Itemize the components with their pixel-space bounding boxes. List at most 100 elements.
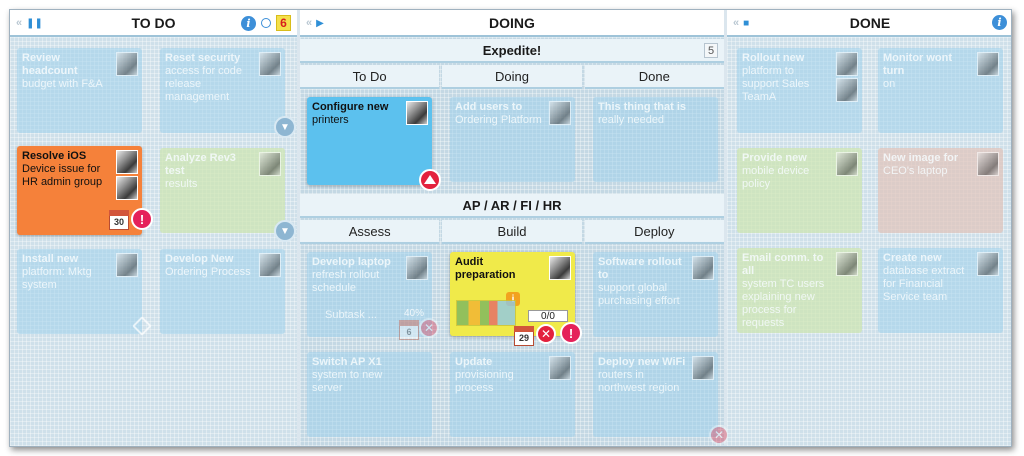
avatar bbox=[549, 256, 571, 280]
card-software-rollout[interactable]: Software rollout to support global purch… bbox=[593, 252, 718, 337]
subtask-percent: 40% bbox=[403, 308, 424, 319]
subcolumn-header: Doing bbox=[442, 65, 582, 89]
subcolumn-header: Build bbox=[442, 220, 582, 244]
card-new-image[interactable]: New image for CEO's laptop bbox=[878, 148, 1003, 233]
subcolumn-header: To Do bbox=[300, 65, 440, 89]
card-develop-laptop[interactable]: Develop laptop refresh rollout schedule … bbox=[307, 252, 439, 340]
lane-header-expedite[interactable]: Expedite! 5 bbox=[300, 39, 724, 63]
card-audit-preparation[interactable]: Audit preparation i 0/0 29 ✕ ! bbox=[450, 252, 582, 346]
card-title: This thing that is bbox=[598, 101, 686, 113]
card-this-thing[interactable]: This thing that is really needed bbox=[593, 97, 718, 182]
card-install-new[interactable]: Install new platform: Mktg system bbox=[17, 249, 152, 336]
avatar bbox=[836, 252, 858, 276]
priority-alert-icon[interactable]: ! bbox=[560, 322, 582, 344]
card-email-comm[interactable]: Email comm. to all system TC users expla… bbox=[737, 248, 862, 333]
avatar bbox=[549, 356, 571, 380]
blocked-icon[interactable]: ✕ bbox=[536, 324, 556, 344]
lane-subcolumns-expedite: To Do Doing Done bbox=[300, 65, 724, 89]
card-create-new[interactable]: Create new database extract for Financia… bbox=[878, 248, 1003, 333]
card-description: results bbox=[165, 178, 198, 190]
avatar bbox=[406, 101, 428, 125]
card-description: on bbox=[883, 78, 896, 90]
lane-title: Expedite! bbox=[482, 42, 542, 58]
calendar-icon[interactable]: 30 bbox=[109, 210, 129, 230]
column-header-todo: « ❚❚ TO DO i 6 bbox=[10, 10, 297, 37]
subcolumn-header: Assess bbox=[300, 220, 440, 244]
scroll-down-icon[interactable]: ▼ bbox=[274, 116, 296, 138]
card-review-headcount[interactable]: Review headcount budget with F&A bbox=[17, 48, 142, 133]
column-title: DONE bbox=[849, 14, 891, 31]
card-add-users[interactable]: Add users to Ordering Platform bbox=[450, 97, 575, 182]
card-configure-new[interactable]: Configure new printers bbox=[307, 97, 441, 191]
column-title: DOING bbox=[489, 14, 535, 31]
column-controls: « ▶ bbox=[306, 17, 324, 29]
card-reset-security[interactable]: Reset security access for code release m… bbox=[160, 48, 285, 133]
card-description: system TC users explaining new process f… bbox=[742, 278, 825, 329]
card-update-provisioning[interactable]: Update provisioning process bbox=[450, 352, 575, 437]
avatar bbox=[116, 52, 138, 76]
column-header-done: « ■ DONE i bbox=[727, 10, 1011, 37]
scroll-down-icon[interactable]: ▼ bbox=[274, 220, 296, 242]
avatar bbox=[259, 52, 281, 76]
card-description: system to new server bbox=[312, 369, 383, 394]
circle-icon[interactable] bbox=[261, 18, 271, 28]
avatar bbox=[836, 152, 858, 176]
card-switch-ap[interactable]: Switch AP X1 system to new server bbox=[307, 352, 432, 437]
column-controls: « ■ bbox=[733, 17, 749, 29]
info-icon[interactable]: i bbox=[992, 15, 1007, 30]
avatar bbox=[259, 253, 281, 277]
card-resolve-ios[interactable]: Resolve iOS Device issue for HR admin gr… bbox=[17, 146, 153, 235]
card-develop-new[interactable]: Develop New Ordering Process bbox=[160, 249, 285, 334]
avatar bbox=[549, 101, 571, 125]
avatar bbox=[259, 152, 281, 176]
column-doing: « ▶ DOING Expedite! 5 To Do Doing Done C… bbox=[300, 10, 729, 446]
avatar bbox=[116, 253, 138, 277]
avatar bbox=[692, 356, 714, 380]
play-icon[interactable]: ▶ bbox=[316, 18, 324, 29]
lane-count: 5 bbox=[704, 43, 718, 58]
subcolumn-header: Deploy bbox=[584, 220, 724, 244]
task-progress: 0/0 bbox=[528, 310, 568, 322]
avatar bbox=[977, 52, 999, 76]
card-description: support global purchasing effort bbox=[598, 282, 680, 307]
card-deploy-wifi[interactable]: Deploy new WiFi routers in northwest reg… bbox=[593, 352, 718, 437]
avatar bbox=[406, 256, 428, 280]
blocked-icon[interactable]: ✕ bbox=[419, 318, 439, 338]
avatar bbox=[692, 256, 714, 280]
card-title: Switch AP X1 bbox=[312, 356, 382, 368]
calendar-icon[interactable]: 29 bbox=[514, 326, 534, 346]
priority-alert-icon[interactable]: ! bbox=[131, 208, 153, 230]
column-done: « ■ DONE i Rollout new platform to suppo… bbox=[727, 10, 1011, 446]
avatar bbox=[836, 52, 858, 76]
card-provide-new[interactable]: Provide new mobile device policy bbox=[737, 148, 862, 233]
stop-icon[interactable]: ■ bbox=[743, 18, 749, 29]
column-todo: « ❚❚ TO DO i 6 Review headcount budget w… bbox=[10, 10, 297, 446]
card-description: really needed bbox=[598, 114, 665, 126]
subcolumn-header: Done bbox=[584, 65, 724, 89]
column-header-right: i 6 bbox=[241, 15, 291, 31]
wip-limit-badge: 6 bbox=[276, 15, 291, 31]
column-header-right: i bbox=[992, 15, 1007, 30]
column-header-doing: « ▶ DOING bbox=[300, 10, 724, 37]
collapse-icon[interactable]: « bbox=[306, 17, 312, 29]
calendar-icon[interactable]: 6 bbox=[399, 320, 419, 340]
task-board-thumbnail[interactable] bbox=[456, 300, 516, 326]
collapse-icon[interactable]: « bbox=[16, 17, 22, 29]
expedite-icon[interactable] bbox=[419, 169, 441, 191]
pause-icon[interactable]: ❚❚ bbox=[26, 18, 43, 29]
column-controls: « ❚❚ bbox=[16, 17, 43, 29]
blocked-icon[interactable]: ✕ bbox=[709, 425, 729, 445]
column-title: TO DO bbox=[131, 14, 176, 31]
lane-subcolumns-ap: Assess Build Deploy bbox=[300, 220, 724, 244]
avatar bbox=[116, 176, 138, 200]
subtask-label: Subtask ... bbox=[325, 309, 377, 321]
kanban-board: « ❚❚ TO DO i 6 Review headcount budget w… bbox=[9, 9, 1012, 447]
lane-header-ap[interactable]: AP / AR / FI / HR bbox=[300, 194, 724, 218]
collapse-icon[interactable]: « bbox=[733, 17, 739, 29]
lane-title: AP / AR / FI / HR bbox=[462, 197, 562, 213]
tag-icon[interactable] bbox=[132, 316, 152, 336]
info-icon[interactable]: i bbox=[241, 15, 256, 31]
card-rollout-new[interactable]: Rollout new platform to support Sales Te… bbox=[737, 48, 862, 133]
card-monitor-wont[interactable]: Monitor wont turn on bbox=[878, 48, 1003, 133]
card-analyze-rev3[interactable]: Analyze Rev3 test results bbox=[160, 148, 285, 233]
